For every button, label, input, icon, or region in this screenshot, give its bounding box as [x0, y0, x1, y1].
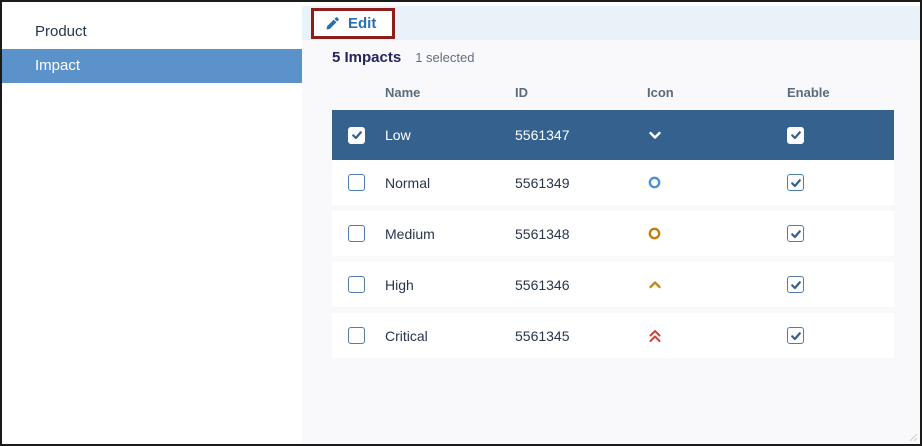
enable-checkbox[interactable]: [787, 276, 804, 293]
cell-id: 5561346: [515, 276, 570, 293]
cell-name: Medium: [385, 225, 435, 242]
selection-status: 1 selected: [415, 50, 475, 65]
row-select-checkbox[interactable]: [348, 126, 365, 144]
cell-name: Critical: [385, 327, 428, 344]
cell-name: Low: [385, 127, 411, 143]
sidebar-item-label: Impact: [35, 57, 81, 74]
page-title: 5 Impacts: [332, 49, 402, 66]
row-select-checkbox[interactable]: [348, 276, 365, 293]
cell-name: High: [385, 276, 414, 293]
table-row-low[interactable]: Low 5561347: [332, 110, 894, 160]
cell-id: 5561349: [515, 174, 570, 191]
chevron-up-icon: [647, 277, 780, 293]
row-select-checkbox[interactable]: [348, 327, 365, 344]
edit-button-label: Edit: [348, 14, 377, 32]
enable-checkbox[interactable]: [787, 174, 804, 191]
table-row-normal[interactable]: Normal 5561349: [332, 160, 894, 205]
sidebar: Product Impact: [2, 2, 302, 444]
row-select-checkbox[interactable]: [348, 225, 365, 242]
column-header-id: ID: [515, 84, 528, 100]
enable-checkbox[interactable]: [787, 225, 804, 242]
sidebar-item-product[interactable]: Product: [2, 15, 302, 49]
impact-table: Name ID Icon Enable Low 5561347 Normal 5…: [332, 74, 894, 358]
resize-grip-icon[interactable]: [909, 433, 918, 442]
cell-id: 5561347: [515, 127, 570, 143]
table-row-medium[interactable]: Medium 5561348: [332, 211, 894, 256]
cell-id: 5561345: [515, 327, 570, 344]
row-select-checkbox[interactable]: [348, 174, 365, 191]
column-header-enable: Enable: [787, 84, 830, 100]
enable-checkbox[interactable]: [787, 126, 804, 144]
main-panel: Edit 5 Impacts 1 selected Name ID Icon E…: [302, 2, 920, 444]
app-window: { "sidebar": { "items": [ { "label": "Pr…: [0, 0, 922, 446]
sidebar-item-label: Product: [35, 23, 87, 40]
cell-name: Normal: [385, 174, 431, 191]
annotation-highlight-box: Edit: [311, 7, 396, 39]
enable-checkbox[interactable]: [787, 327, 804, 344]
circle-icon: [647, 226, 780, 241]
table-header-row: Name ID Icon Enable: [332, 74, 894, 110]
double-chevron-up-icon: [647, 328, 780, 344]
column-header-name: Name: [385, 84, 421, 100]
heading-row: 5 Impacts 1 selected: [332, 40, 920, 74]
chevron-down-icon: [647, 127, 780, 143]
edit-button[interactable]: Edit: [325, 15, 376, 32]
pencil-icon: [325, 16, 340, 31]
table-row-high[interactable]: High 5561346: [332, 262, 894, 307]
toolbar: Edit: [302, 6, 920, 40]
cell-id: 5561348: [515, 225, 570, 242]
content-area: 5 Impacts 1 selected Name ID Icon Enable…: [302, 40, 920, 358]
circle-icon: [647, 175, 780, 190]
sidebar-item-impact[interactable]: Impact: [2, 49, 302, 83]
table-row-critical[interactable]: Critical 5561345: [332, 313, 894, 358]
column-header-icon: Icon: [647, 84, 674, 100]
